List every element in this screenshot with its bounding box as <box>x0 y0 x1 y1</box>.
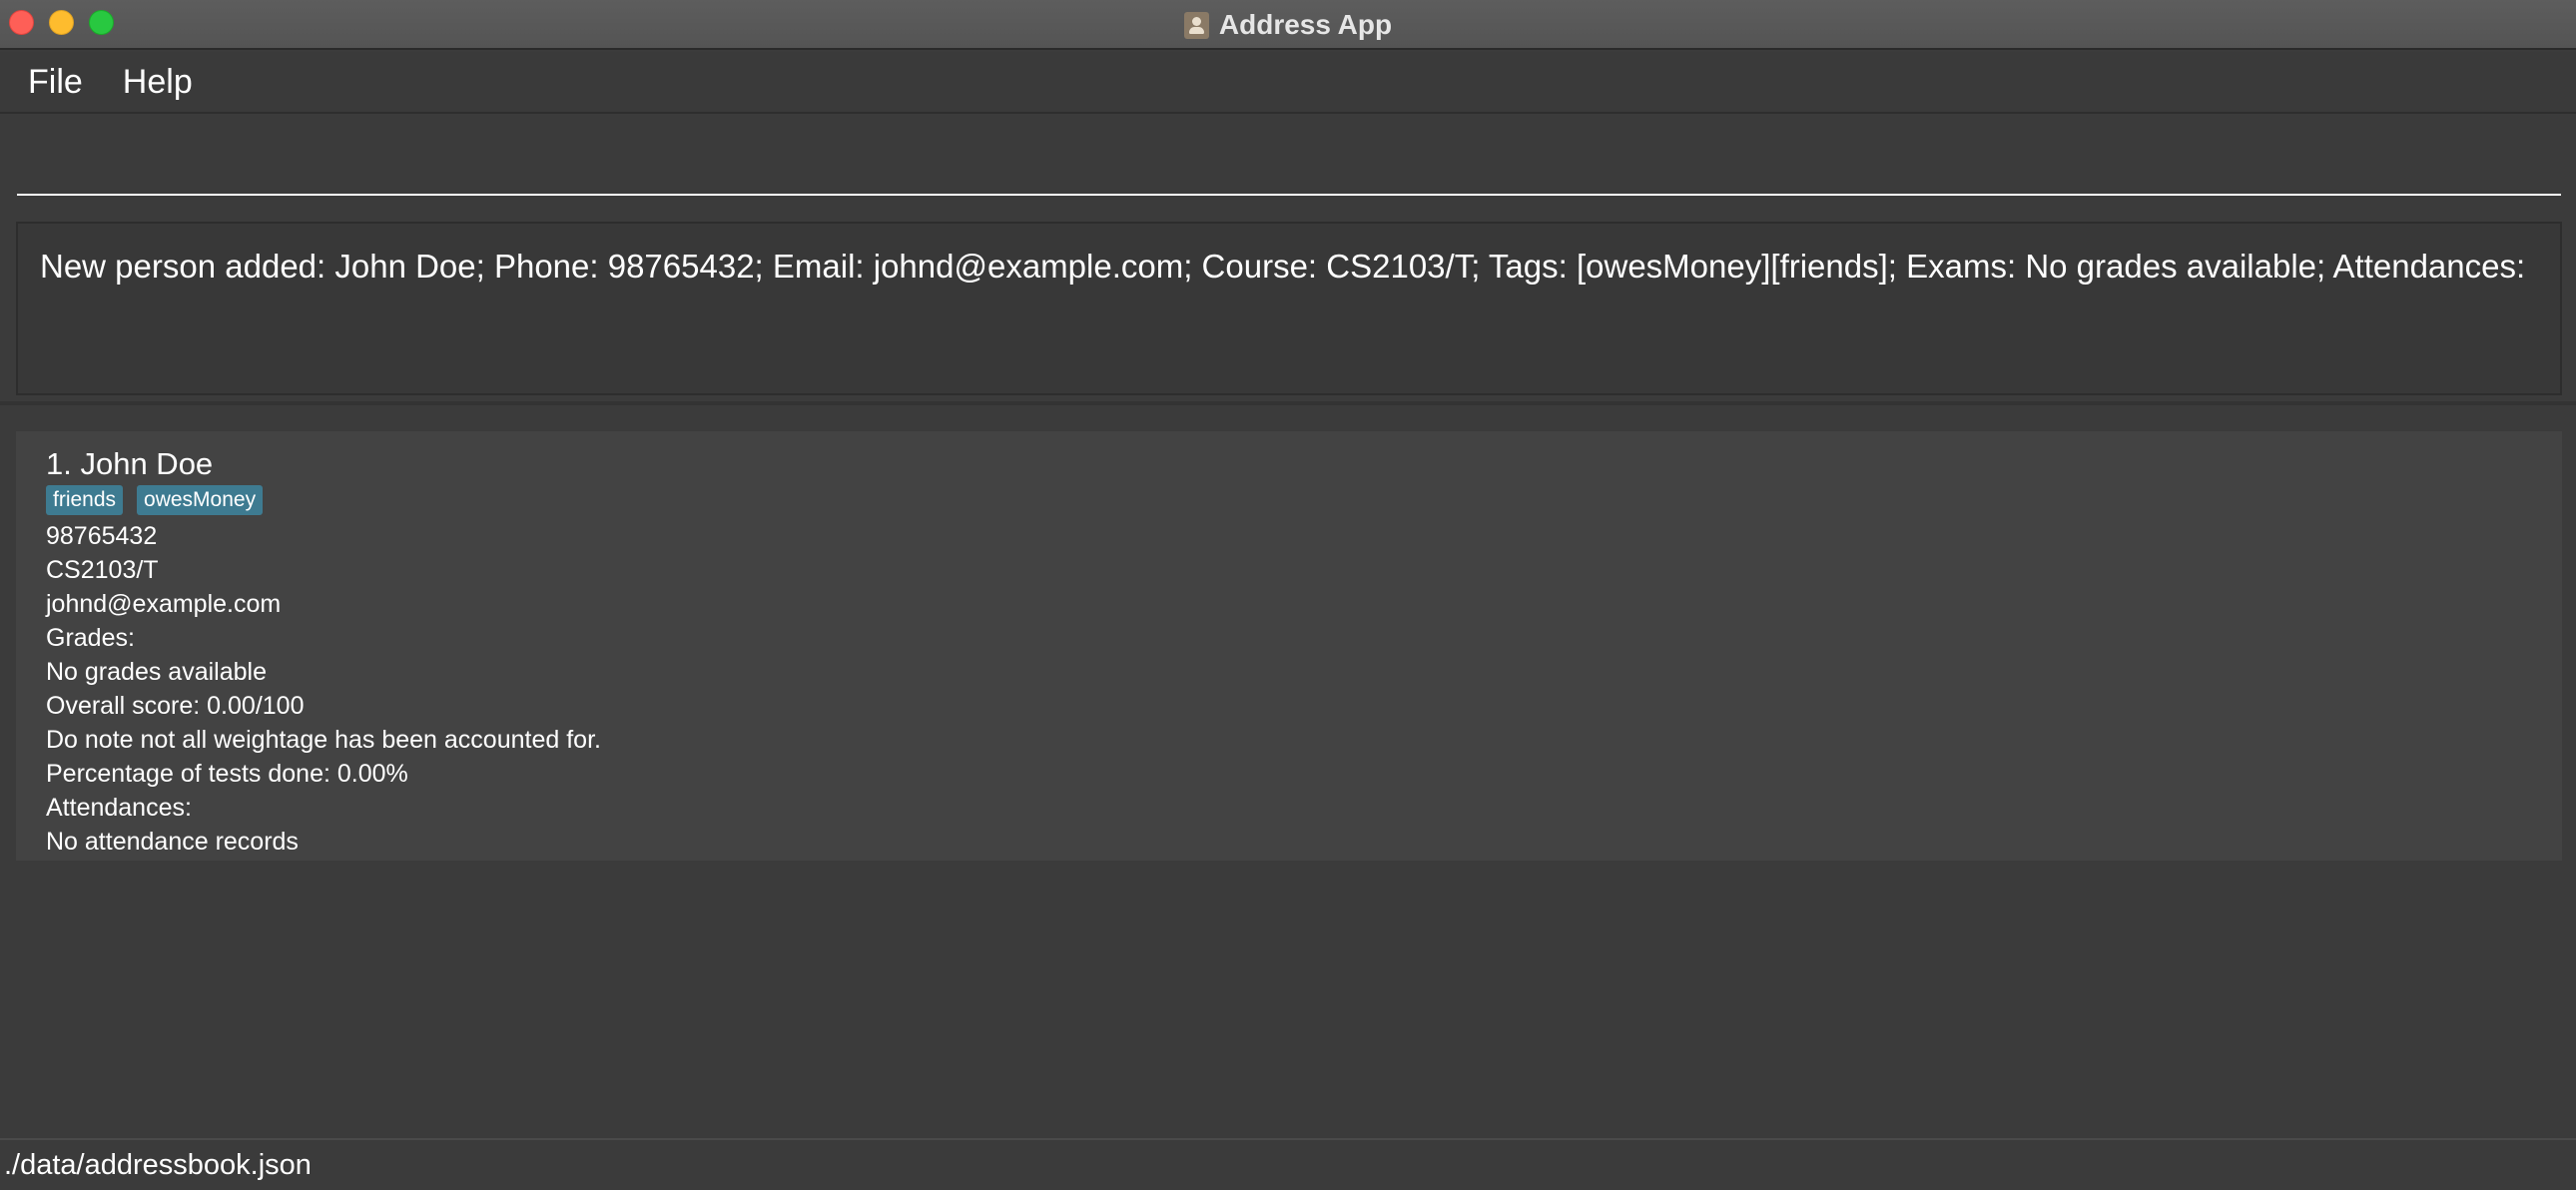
command-input[interactable] <box>17 146 2561 196</box>
result-display-area: New person added: John Doe; Phone: 98765… <box>0 212 2576 405</box>
tag: friends <box>46 485 124 515</box>
address-app-window: Address App File Help New person added: … <box>0 0 2576 1190</box>
command-box <box>0 116 2576 212</box>
person-email: johnd@example.com <box>46 590 282 618</box>
title-bar[interactable]: Address App <box>0 0 2576 50</box>
title-wrap: Address App <box>0 0 2576 50</box>
person-tags: friends owesMoney <box>46 485 2562 517</box>
person-card[interactable]: 1. John Doe friends owesMoney 98765432 C… <box>16 431 2562 861</box>
status-bar: ./data/addressbook.json <box>0 1138 2576 1190</box>
window-title: Address App <box>1218 9 1393 40</box>
menu-bar: File Help <box>0 52 2576 114</box>
menu-file[interactable]: File <box>28 63 83 102</box>
tests-done: Percentage of tests done: 0.00% <box>46 760 408 788</box>
person-list[interactable]: 1. John Doe friends owesMoney 98765432 C… <box>0 409 2576 1138</box>
address-book-icon <box>1183 11 1209 39</box>
save-file-path: ./data/addressbook.json <box>4 1148 312 1181</box>
grades-label: Grades: <box>46 624 135 652</box>
attendances-label: Attendances: <box>46 794 192 822</box>
grades-value: No grades available <box>46 658 267 686</box>
menu-help[interactable]: Help <box>123 63 193 102</box>
attendances-value: No attendance records <box>46 828 299 856</box>
person-course: CS2103/T <box>46 556 159 584</box>
overall-score: Overall score: 0.00/100 <box>46 692 305 720</box>
person-phone: 98765432 <box>46 522 158 550</box>
result-display[interactable]: New person added: John Doe; Phone: 98765… <box>16 222 2562 395</box>
result-message: New person added: John Doe; Phone: 98765… <box>40 248 2526 285</box>
person-name: 1. John Doe <box>46 446 214 481</box>
weightage-note: Do note not all weightage has been accou… <box>46 726 601 754</box>
tag: owesMoney <box>137 485 264 515</box>
